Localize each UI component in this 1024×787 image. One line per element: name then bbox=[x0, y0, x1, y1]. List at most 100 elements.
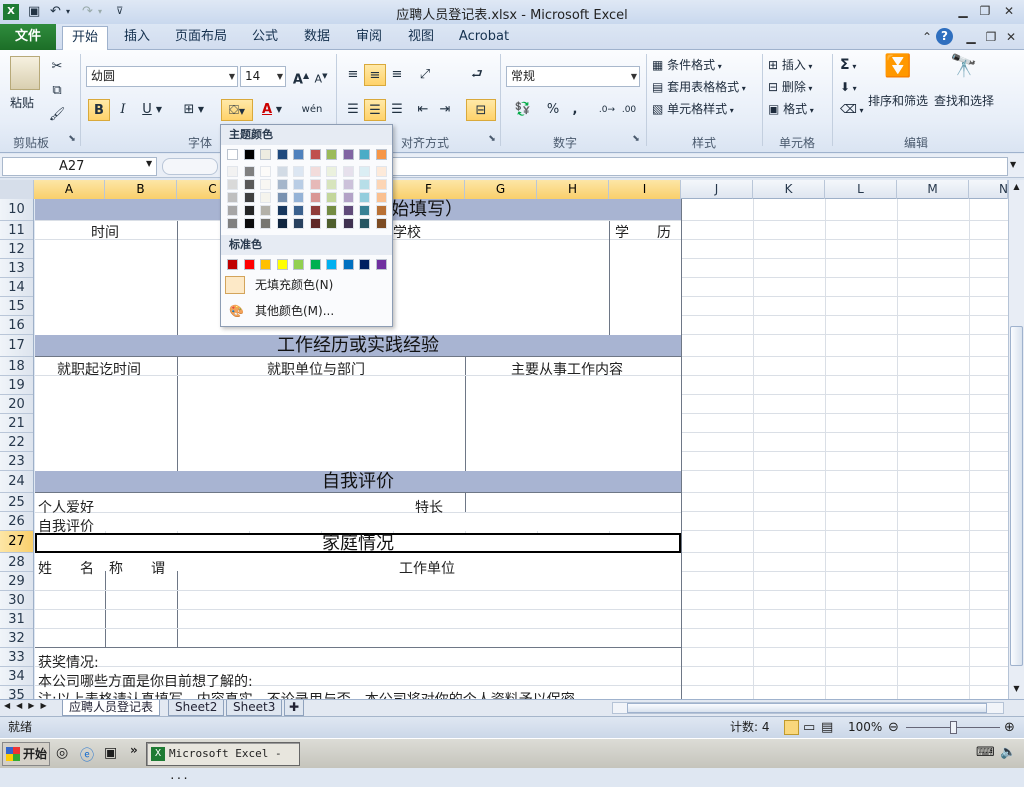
horizontal-scrollbar[interactable] bbox=[612, 702, 1004, 714]
column-header[interactable]: B bbox=[105, 180, 177, 199]
theme-shade-swatch[interactable] bbox=[375, 205, 387, 216]
column-header[interactable]: F bbox=[393, 180, 465, 199]
standard-color-swatch[interactable] bbox=[243, 259, 255, 270]
page-layout-view-icon[interactable]: ▭ bbox=[803, 717, 815, 738]
cell-main-work[interactable]: 主要从事工作内容 bbox=[511, 359, 623, 379]
theme-shade-swatch[interactable] bbox=[375, 218, 387, 229]
no-fill-option[interactable]: 无填充颜色(N) bbox=[221, 274, 392, 296]
autosum-button[interactable]: Σ ▾ bbox=[840, 56, 856, 76]
cell-awards[interactable]: 获奖情况: bbox=[38, 652, 99, 672]
theme-color-swatch[interactable] bbox=[293, 149, 304, 160]
minimize-icon[interactable]: ▁ bbox=[952, 2, 974, 20]
theme-shade-swatch[interactable] bbox=[243, 192, 255, 203]
sheet-tab[interactable]: 应聘人员登记表 bbox=[62, 700, 161, 716]
help-icon[interactable]: ? bbox=[936, 28, 953, 45]
scroll-thumb[interactable] bbox=[627, 703, 987, 713]
insert-cells-button[interactable]: ⊞ 插入 ▾ bbox=[768, 56, 812, 76]
theme-color-swatch[interactable] bbox=[243, 149, 255, 160]
row-header[interactable]: 34 bbox=[0, 667, 33, 686]
theme-shade-swatch[interactable] bbox=[342, 205, 354, 216]
fill-icon[interactable]: ⬇ ▾ bbox=[840, 78, 857, 98]
theme-shade-swatch[interactable] bbox=[326, 205, 337, 216]
font-name-dropdown[interactable]: 幼圆 ▼ bbox=[86, 66, 238, 87]
align-right-icon[interactable]: ☰ bbox=[386, 99, 408, 121]
standard-color-swatch[interactable] bbox=[326, 259, 337, 270]
theme-shade-swatch[interactable] bbox=[276, 205, 288, 216]
fill-color-button[interactable]: ⛋▼ bbox=[221, 99, 253, 121]
cell-family-name[interactable]: 姓 名 bbox=[38, 558, 94, 578]
align-bottom-icon[interactable]: ≡ bbox=[386, 64, 408, 86]
cell-self-evaluation[interactable]: 自我评价 bbox=[38, 516, 94, 536]
cell-styles-button[interactable]: ▧ 单元格样式 ▾ bbox=[652, 100, 734, 120]
cell-work-unit[interactable]: 工作单位 bbox=[399, 558, 455, 578]
theme-shade-swatch[interactable] bbox=[293, 218, 304, 229]
cell-interests-question[interactable]: 本公司哪些方面是你目前想了解的: bbox=[38, 671, 253, 691]
theme-color-swatch[interactable] bbox=[359, 149, 370, 160]
row-header[interactable]: 22 bbox=[0, 433, 33, 452]
tab-review[interactable]: 审阅 bbox=[348, 26, 390, 50]
row-header[interactable]: 28 bbox=[0, 553, 33, 572]
increase-indent-icon[interactable]: ⇥ bbox=[434, 99, 456, 121]
tab-data[interactable]: 数据 bbox=[296, 26, 338, 50]
theme-shade-swatch[interactable] bbox=[326, 192, 337, 203]
row-header[interactable]: 13 bbox=[0, 259, 33, 278]
scroll-down-icon[interactable]: ▼ bbox=[1010, 684, 1023, 697]
row-header[interactable]: 30 bbox=[0, 591, 33, 610]
theme-shade-swatch[interactable] bbox=[359, 218, 370, 229]
tab-view[interactable]: 视图 bbox=[400, 26, 442, 50]
column-header[interactable]: A bbox=[34, 180, 105, 199]
theme-shade-swatch[interactable] bbox=[359, 179, 370, 190]
sheet-tab[interactable]: Sheet3 bbox=[226, 700, 283, 716]
theme-shade-swatch[interactable] bbox=[293, 166, 304, 177]
theme-shade-swatch[interactable] bbox=[309, 218, 321, 229]
find-select-button[interactable]: 查找和选择 bbox=[934, 92, 994, 110]
row-header[interactable]: 35 bbox=[0, 686, 33, 699]
theme-color-swatch[interactable] bbox=[375, 149, 387, 160]
percent-button[interactable]: % bbox=[542, 99, 564, 121]
tab-file[interactable]: 文件 bbox=[0, 24, 56, 50]
worksheet-grid[interactable]: 开始填写） 工作经历或实践经验 自我评价 家庭情况 时间 学校 学 历 就职起讫… bbox=[35, 199, 1008, 699]
theme-color-swatch[interactable] bbox=[276, 149, 288, 160]
copy-icon[interactable]: ⧉ bbox=[46, 80, 68, 102]
row-header[interactable]: 14 bbox=[0, 278, 33, 297]
column-header[interactable]: K bbox=[753, 180, 825, 199]
standard-color-swatch[interactable] bbox=[293, 259, 304, 270]
standard-color-swatch[interactable] bbox=[359, 259, 370, 270]
row-header[interactable]: 23 bbox=[0, 452, 33, 471]
row-header[interactable]: 17 bbox=[0, 335, 33, 357]
scroll-up-icon[interactable]: ▲ bbox=[1010, 182, 1023, 195]
theme-shade-swatch[interactable] bbox=[375, 179, 387, 190]
theme-shade-swatch[interactable] bbox=[326, 179, 337, 190]
theme-shade-swatch[interactable] bbox=[342, 192, 354, 203]
theme-shade-swatch[interactable] bbox=[227, 192, 238, 203]
doc-restore-icon[interactable]: ❐ bbox=[980, 28, 1002, 46]
row-header[interactable]: 32 bbox=[0, 629, 33, 648]
section-header-self-evaluation[interactable]: 自我评价 bbox=[35, 471, 681, 492]
expand-formula-icon[interactable]: ▼ bbox=[1010, 160, 1016, 169]
theme-shade-swatch[interactable] bbox=[243, 166, 255, 177]
more-colors-option[interactable]: 🎨 其他颜色(M)... bbox=[221, 300, 392, 322]
italic-button[interactable]: I bbox=[112, 99, 134, 121]
start-button[interactable]: 开始 bbox=[2, 742, 50, 766]
theme-shade-swatch[interactable] bbox=[359, 166, 370, 177]
theme-shade-swatch[interactable] bbox=[227, 205, 238, 216]
cell-degree[interactable]: 学 历 bbox=[615, 222, 671, 242]
normal-view-icon[interactable] bbox=[784, 720, 799, 735]
tab-insert[interactable]: 插入 bbox=[116, 26, 158, 50]
row-header[interactable]: 16 bbox=[0, 316, 33, 335]
row-header[interactable]: 20 bbox=[0, 395, 33, 414]
column-header[interactable]: N bbox=[969, 180, 1008, 199]
column-header[interactable]: G bbox=[465, 180, 537, 199]
theme-color-swatch[interactable] bbox=[260, 149, 271, 160]
theme-shade-swatch[interactable] bbox=[276, 166, 288, 177]
scroll-thumb[interactable] bbox=[1010, 326, 1023, 666]
column-header[interactable]: I bbox=[609, 180, 681, 199]
row-header[interactable]: 15 bbox=[0, 297, 33, 316]
sort-filter-button[interactable]: 排序和筛选 bbox=[868, 92, 928, 110]
theme-shade-swatch[interactable] bbox=[293, 179, 304, 190]
standard-color-swatch[interactable] bbox=[276, 259, 288, 270]
theme-shade-swatch[interactable] bbox=[276, 192, 288, 203]
orientation-icon[interactable]: ⤢ bbox=[414, 64, 436, 86]
doc-minimize-icon[interactable]: ▁ bbox=[960, 28, 982, 46]
row-header[interactable]: 26 bbox=[0, 512, 33, 531]
